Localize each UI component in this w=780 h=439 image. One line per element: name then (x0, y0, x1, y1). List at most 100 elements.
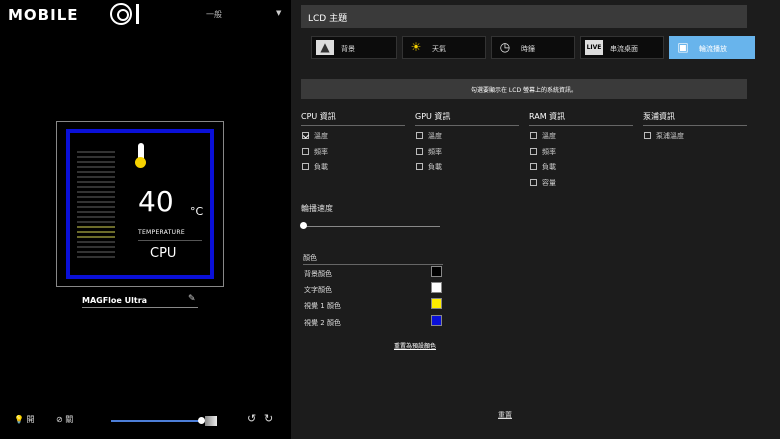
checkbox[interactable] (416, 147, 423, 155)
level-bar (77, 156, 115, 158)
checkbox[interactable] (416, 131, 423, 139)
pump-temperature-checkbox[interactable]: 泵浦溫度 (644, 131, 684, 141)
level-bar (77, 196, 115, 198)
checkbox[interactable] (530, 162, 537, 170)
divider (138, 240, 202, 241)
brand-logo-badge-icon (110, 3, 132, 25)
hint-bar: 勾選要顯示在 LCD 螢幕上的系統資訊。 (301, 79, 747, 99)
live-icon: LIVE (585, 40, 603, 55)
level-bar (77, 186, 115, 188)
checkbox[interactable] (416, 162, 423, 170)
level-bar (77, 216, 115, 218)
gpu-frequency-checkbox[interactable]: 頻率 (416, 147, 442, 157)
profile-select[interactable]: 一般 (206, 9, 282, 20)
checkbox-label: 頻率 (314, 148, 328, 156)
checkbox[interactable] (302, 147, 309, 155)
tab-weather[interactable]: ☀ 天氣 (402, 36, 486, 59)
pump-info-title: 泵浦資訊 (643, 112, 675, 121)
checkbox-label: 泵浦溫度 (656, 132, 684, 140)
colors-title: 顏色 (303, 254, 317, 262)
tab-label: 輪流播放 (699, 45, 727, 53)
chevron-down-icon[interactable]: ▼ (276, 9, 281, 17)
background-color-swatch[interactable] (431, 266, 442, 277)
level-bar (77, 161, 115, 163)
checkbox-label: 頻率 (428, 148, 442, 156)
tab-slideshow[interactable]: ▣ 輪流播放 (669, 36, 755, 59)
level-bar (77, 206, 115, 208)
checkbox-label: 負載 (542, 163, 556, 171)
device-name: MAGFloe Ultra (82, 296, 148, 305)
rotation-speed-slider-handle[interactable] (300, 222, 307, 229)
ram-info-title: RAM 資訊 (529, 112, 566, 121)
text-color-swatch[interactable] (431, 282, 442, 293)
divider (301, 125, 405, 126)
light-on-button[interactable]: 💡 開 (14, 414, 35, 425)
gpu-info-title: GPU 資訊 (415, 112, 451, 121)
reset-button[interactable]: 重置 (498, 410, 512, 420)
brand-logo-bar (136, 4, 139, 24)
light-off-button[interactable]: ⊘ 關 (56, 414, 73, 425)
checkbox-label: 溫度 (428, 132, 442, 140)
temperature-value: 40 (138, 185, 174, 218)
level-bar (77, 151, 115, 153)
checkbox[interactable] (302, 162, 309, 170)
ram-frequency-checkbox[interactable]: 頻率 (530, 147, 556, 157)
gpu-load-checkbox[interactable]: 負載 (416, 162, 442, 172)
settings-panel: LCD 主題 ▲ 背景 ☀ 天氣 ◷ 時鐘 LIVE 串流桌面 ▣ 輪流播放 勾… (291, 0, 780, 439)
checkbox-label: 負載 (314, 163, 328, 171)
lcd-theme-title: LCD 主題 (308, 14, 348, 24)
visual-1-color-swatch[interactable] (431, 298, 442, 309)
weather-icon: ☀ (410, 40, 422, 54)
visual-2-color-label: 視覺 2 顏色 (304, 319, 341, 327)
divider (529, 125, 633, 126)
checkbox-label: 溫度 (542, 132, 556, 140)
gpu-temperature-checkbox[interactable]: 溫度 (416, 131, 442, 141)
level-bar (77, 256, 115, 258)
tab-live-desktop[interactable]: LIVE 串流桌面 (580, 36, 664, 59)
rotate-right-icon[interactable]: ↻ (264, 412, 273, 425)
bulb-off-icon: ⊘ (56, 415, 63, 424)
tab-background[interactable]: ▲ 背景 (311, 36, 397, 59)
level-bar (77, 241, 115, 243)
ram-temperature-checkbox[interactable]: 溫度 (530, 131, 556, 141)
level-bar-lit (77, 231, 115, 233)
level-bar (77, 246, 115, 248)
level-bar (77, 181, 115, 183)
checkbox[interactable] (530, 147, 537, 155)
slideshow-icon: ▣ (677, 40, 689, 54)
cpu-temperature-checkbox[interactable]: 溫度 (302, 131, 328, 141)
checkbox-label: 溫度 (314, 132, 328, 140)
cpu-frequency-checkbox[interactable]: 頻率 (302, 147, 328, 157)
tab-label: 時鐘 (521, 45, 535, 53)
checkbox[interactable] (644, 131, 651, 139)
thermometer-bulb-icon (135, 157, 146, 168)
lcd-preview-frame: 40 °C TEMPERATURE CPU (56, 121, 224, 287)
checkbox[interactable] (530, 178, 537, 186)
ram-capacity-checkbox[interactable]: 容量 (530, 178, 556, 188)
visual-2-color-swatch[interactable] (431, 315, 442, 326)
reset-default-colors-link[interactable]: 重置為預設顏色 (394, 341, 436, 350)
light-on-label: 開 (26, 415, 35, 424)
hint-text: 勾選要顯示在 LCD 螢幕上的系統資訊。 (471, 87, 577, 94)
tab-clock[interactable]: ◷ 時鐘 (491, 36, 575, 59)
rotate-left-icon[interactable]: ↺ (247, 412, 256, 425)
rotation-speed-slider[interactable] (304, 226, 440, 227)
divider (643, 125, 747, 126)
divider (415, 125, 519, 126)
level-bar (77, 191, 115, 193)
cpu-load-checkbox[interactable]: 負載 (302, 162, 328, 172)
level-bars (77, 151, 115, 261)
edit-pen-icon[interactable]: ✎ (188, 294, 196, 304)
checkbox-label: 容量 (542, 179, 556, 187)
level-bar (77, 171, 115, 173)
level-bar (77, 166, 115, 168)
brightness-slider[interactable] (111, 420, 203, 422)
checkbox-checked[interactable] (302, 131, 309, 139)
brightness-gradient-icon (205, 416, 217, 426)
temperature-source: CPU (150, 246, 177, 261)
ram-load-checkbox[interactable]: 負載 (530, 162, 556, 172)
checkbox[interactable] (530, 131, 537, 139)
lcd-theme-header: LCD 主題 (301, 5, 747, 28)
brightness-slider-handle[interactable] (198, 417, 205, 424)
temperature-label: TEMPERATURE (138, 229, 185, 236)
